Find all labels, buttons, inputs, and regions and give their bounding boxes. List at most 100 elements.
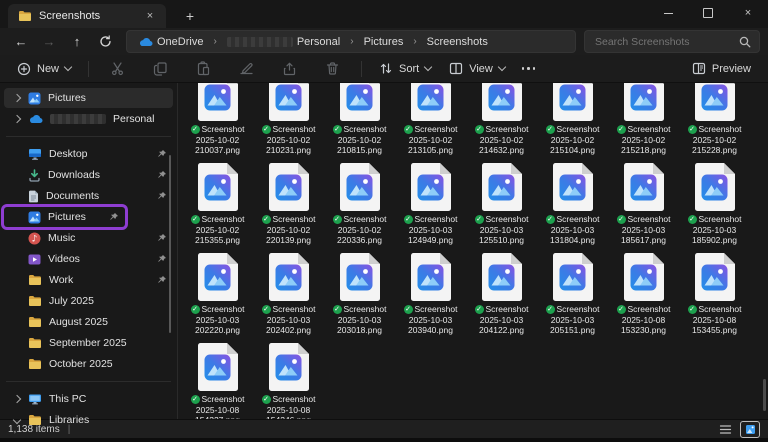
synced-check-icon: ✓	[262, 125, 271, 134]
file-item[interactable]: ✓Screenshot2025-10-02210815.png	[324, 83, 395, 161]
cut-button[interactable]	[103, 58, 132, 79]
file-item[interactable]: ✓Screenshot2025-10-02215104.png	[537, 83, 608, 161]
chevron-down-icon[interactable]	[13, 416, 21, 424]
up-button[interactable]: ↑	[64, 31, 90, 53]
file-item[interactable]: ✓Screenshot2025-10-02214632.png	[466, 83, 537, 161]
sidebar-item-october-2025[interactable]: October 2025	[4, 354, 173, 374]
files-scrollbar[interactable]	[763, 379, 766, 411]
file-name: ✓Screenshot2025-10-02213105.png	[404, 124, 458, 156]
file-item[interactable]: ✓Screenshot2025-10-03203940.png	[395, 251, 466, 341]
tab-screenshots[interactable]: Screenshots ×	[8, 4, 166, 28]
preview-button[interactable]: Preview	[685, 59, 758, 78]
file-item[interactable]: ✓Screenshot2025-10-03202402.png	[253, 251, 324, 341]
sidebar-item-september-2025[interactable]: September 2025	[4, 333, 173, 353]
paste-button[interactable]	[189, 58, 218, 79]
file-name-prefix: Screenshot	[557, 304, 600, 315]
file-item[interactable]: ✓Screenshot2025-10-02215228.png	[679, 83, 750, 161]
chevron-right-icon[interactable]	[13, 395, 21, 403]
new-button[interactable]: New	[10, 59, 78, 79]
file-item[interactable]: ✓Screenshot2025-10-02220139.png	[253, 161, 324, 251]
page-fold	[653, 253, 664, 264]
sidebar-item-desktop[interactable]: Desktop	[4, 144, 173, 164]
sidebar-item-libraries[interactable]: Libraries	[4, 410, 173, 430]
synced-check-icon: ✓	[475, 305, 484, 314]
sidebar-item-august-2025[interactable]: August 2025	[4, 312, 173, 332]
page-fold	[724, 253, 735, 264]
sidebar-item-documents[interactable]: Documents	[4, 186, 173, 206]
file-item[interactable]: ✓Screenshot2025-10-08154227.png	[182, 341, 253, 419]
file-item[interactable]: ✓Screenshot2025-10-08153230.png	[608, 251, 679, 341]
file-item[interactable]: ✓Screenshot2025-10-02210037.png	[182, 83, 253, 161]
sidebar-item-pictures[interactable]: Pictures	[4, 88, 173, 108]
file-item[interactable]: ✓Screenshot2025-10-02215355.png	[182, 161, 253, 251]
page-fold	[653, 83, 664, 84]
pictures-icon	[28, 211, 41, 224]
details-view-button[interactable]	[716, 422, 734, 437]
file-name-prefix: Screenshot	[557, 214, 600, 225]
minimize-button[interactable]	[648, 0, 688, 26]
sort-button[interactable]: Sort	[372, 59, 438, 78]
file-name: ✓Screenshot2025-10-03124949.png	[404, 214, 458, 246]
image-file-icon	[553, 163, 593, 211]
file-item[interactable]: ✓Screenshot2025-10-03125510.png	[466, 161, 537, 251]
chevron-right-icon[interactable]	[13, 115, 21, 123]
tab-close-icon[interactable]: ×	[142, 8, 158, 24]
forward-button[interactable]: →	[36, 31, 62, 53]
file-name-date: 2025-10-03	[333, 315, 387, 326]
page-fold	[582, 163, 593, 174]
search-input[interactable]	[593, 35, 733, 49]
image-file-icon	[340, 253, 380, 301]
breadcrumb-item-onedrive[interactable]: OneDrive	[135, 36, 206, 48]
file-item[interactable]: ✓Screenshot2025-10-02215218.png	[608, 83, 679, 161]
image-thumbnail-icon	[417, 84, 444, 111]
sidebar-item-downloads[interactable]: Downloads	[4, 165, 173, 185]
synced-check-icon: ✓	[688, 305, 697, 314]
thumbnails-view-button[interactable]	[740, 421, 760, 438]
image-thumbnail-icon	[559, 174, 586, 201]
file-item[interactable]: ✓Screenshot2025-10-02210231.png	[253, 83, 324, 161]
image-thumbnail-icon	[204, 354, 231, 381]
file-item[interactable]: ✓Screenshot2025-10-03202220.png	[182, 251, 253, 341]
file-item[interactable]: ✓Screenshot2025-10-03203018.png	[324, 251, 395, 341]
file-item[interactable]: ✓Screenshot2025-10-03185617.png	[608, 161, 679, 251]
sidebar-item-this-pc[interactable]: This PC	[4, 389, 173, 409]
rename-button[interactable]	[232, 58, 261, 79]
maximize-button[interactable]	[688, 0, 728, 26]
file-item[interactable]: ✓Screenshot2025-10-03124949.png	[395, 161, 466, 251]
toolbar-divider	[88, 61, 89, 77]
breadcrumb-item-pictures[interactable]: Pictures	[361, 36, 407, 48]
sidebar-item-pictures[interactable]: Pictures	[4, 207, 125, 227]
chevron-right-icon[interactable]	[13, 94, 21, 102]
sidebar-item-music[interactable]: ♪Music	[4, 228, 173, 248]
back-button[interactable]: ←	[8, 31, 34, 53]
sidebar-item-videos[interactable]: Videos	[4, 249, 173, 269]
sidebar-item-july-2025[interactable]: July 2025	[4, 291, 173, 311]
breadcrumb-item-screenshots[interactable]: Screenshots	[424, 36, 491, 48]
image-thumbnail-icon	[346, 174, 373, 201]
view-button[interactable]: View	[442, 59, 512, 78]
more-options-button[interactable]	[516, 67, 542, 70]
share-button[interactable]	[275, 58, 304, 79]
search-box[interactable]	[584, 30, 760, 53]
delete-button[interactable]	[318, 58, 347, 79]
image-thumbnail-icon	[275, 84, 302, 111]
copy-button[interactable]	[146, 58, 175, 79]
file-item[interactable]: ✓Screenshot2025-10-03204122.png	[466, 251, 537, 341]
breadcrumb-item-personal[interactable]: Personal	[224, 36, 343, 48]
file-item[interactable]: ✓Screenshot2025-10-03185902.png	[679, 161, 750, 251]
sidebar-item-personal[interactable]: Personal	[4, 109, 173, 129]
file-item[interactable]: ✓Screenshot2025-10-02220336.png	[324, 161, 395, 251]
synced-check-icon: ✓	[404, 305, 413, 314]
file-item[interactable]: ✓Screenshot2025-10-03205151.png	[537, 251, 608, 341]
address-bar[interactable]: OneDrive›Personal›Pictures›Screenshots	[126, 30, 576, 53]
close-button[interactable]: ×	[728, 0, 768, 26]
file-item[interactable]: ✓Screenshot2025-10-08153455.png	[679, 251, 750, 341]
file-item[interactable]: ✓Screenshot2025-10-03131804.png	[537, 161, 608, 251]
file-item[interactable]: ✓Screenshot2025-10-02213105.png	[395, 83, 466, 161]
new-tab-button[interactable]: +	[178, 4, 202, 28]
file-name-time: 210815.png	[333, 145, 387, 156]
sidebar-item-work[interactable]: Work	[4, 270, 173, 290]
synced-check-icon: ✓	[262, 305, 271, 314]
refresh-button[interactable]	[92, 31, 118, 53]
file-item[interactable]: ✓Screenshot2025-10-08154246.png	[253, 341, 324, 419]
